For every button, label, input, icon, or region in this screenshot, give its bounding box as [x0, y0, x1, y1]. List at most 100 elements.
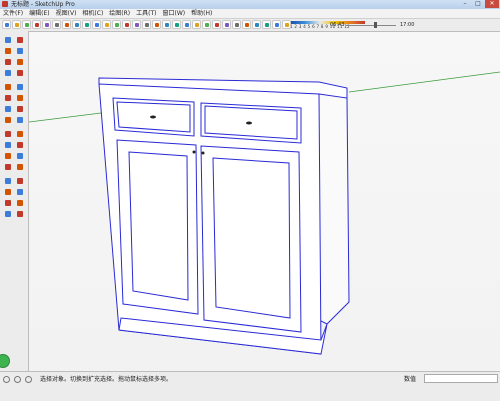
- right-drawer-knob: [246, 121, 252, 125]
- walk-icon[interactable]: [3, 209, 13, 219]
- menu-tools[interactable]: 工具(T): [133, 9, 159, 18]
- back-icon-glyph: [195, 23, 199, 27]
- text-icon[interactable]: [15, 140, 25, 150]
- front-icon[interactable]: [172, 20, 181, 29]
- circle-icon[interactable]: [3, 68, 13, 78]
- component-icon-glyph: [17, 37, 23, 43]
- cut-icon[interactable]: [32, 20, 41, 29]
- menu-draw[interactable]: 绘图(R): [106, 9, 133, 18]
- pan-icon[interactable]: [15, 162, 25, 172]
- erase-icon[interactable]: [62, 20, 71, 29]
- model-viewport[interactable]: [29, 32, 500, 371]
- push-pull-icon[interactable]: [15, 93, 25, 103]
- print-icon[interactable]: [92, 20, 101, 29]
- arc-icon[interactable]: [15, 68, 25, 78]
- 3d-text-icon[interactable]: [15, 151, 25, 161]
- shaded-icon[interactable]: [252, 20, 261, 29]
- main-toolbar: 1 2 3 4 5 6 7 8 9 10 11 12 06:43 17:00: [0, 19, 500, 32]
- protractor-icon[interactable]: [3, 140, 13, 150]
- zoom-icon-glyph: [5, 178, 11, 184]
- offset-icon[interactable]: [15, 115, 25, 125]
- pan-icon[interactable]: [122, 20, 131, 29]
- xray-icon[interactable]: [212, 20, 221, 29]
- move-icon[interactable]: [3, 93, 13, 103]
- time-slider-track[interactable]: [346, 25, 396, 26]
- wireframe-icon-glyph: [235, 23, 239, 27]
- rectangle-icon[interactable]: [3, 57, 13, 67]
- menu-file[interactable]: 文件(F): [0, 9, 26, 18]
- line-icon[interactable]: [15, 57, 25, 67]
- menu-camera[interactable]: 相机(C): [79, 9, 106, 18]
- redo-icon[interactable]: [82, 20, 91, 29]
- monochrome-icon[interactable]: [272, 20, 281, 29]
- copy-icon[interactable]: [42, 20, 51, 29]
- rotate-icon[interactable]: [3, 104, 13, 114]
- right-icon[interactable]: [182, 20, 191, 29]
- shadows-icon[interactable]: [282, 20, 291, 29]
- zoom-icon-glyph: [135, 23, 139, 27]
- front-icon-glyph: [175, 23, 179, 27]
- left-icon-glyph: [205, 23, 209, 27]
- back-icon[interactable]: [192, 20, 201, 29]
- follow-me-icon-glyph: [17, 106, 23, 112]
- text-icon-glyph: [17, 142, 23, 148]
- save-icon[interactable]: [22, 20, 31, 29]
- sketchup-app-icon: [2, 1, 8, 7]
- orbit-icon[interactable]: [112, 20, 121, 29]
- zoom-extents-icon[interactable]: [3, 187, 13, 197]
- section-plane-icon[interactable]: [15, 209, 25, 219]
- red-axis: [59, 232, 69, 262]
- look-around-icon[interactable]: [15, 198, 25, 208]
- new-file-icon[interactable]: [2, 20, 11, 29]
- close-button[interactable]: ✕: [485, 0, 499, 8]
- cabinet-model[interactable]: [98, 77, 350, 355]
- maximize-button[interactable]: □: [472, 0, 484, 8]
- dimension-icon[interactable]: [15, 129, 25, 139]
- eraser-icon[interactable]: [15, 46, 25, 56]
- zoom-extents-icon-glyph: [5, 189, 11, 195]
- help-icon[interactable]: [25, 376, 32, 383]
- menu-edit[interactable]: 编辑(E): [26, 9, 52, 18]
- position-camera-icon[interactable]: [3, 198, 13, 208]
- minimize-button[interactable]: –: [459, 0, 471, 8]
- menu-view[interactable]: 视图(V): [53, 9, 80, 18]
- tape-measure-icon[interactable]: [3, 129, 13, 139]
- paint-bucket-icon[interactable]: [3, 46, 13, 56]
- drawing-canvas[interactable]: [29, 32, 500, 371]
- zoom-icon[interactable]: [132, 20, 141, 29]
- undo-icon[interactable]: [72, 20, 81, 29]
- menu-help[interactable]: 帮助(H): [188, 9, 215, 18]
- follow-me-icon[interactable]: [15, 104, 25, 114]
- iso-icon[interactable]: [152, 20, 161, 29]
- select-icon[interactable]: [3, 35, 13, 45]
- backedges-icon[interactable]: [222, 20, 231, 29]
- geo-location-icon[interactable]: [3, 376, 10, 383]
- component-icon[interactable]: [15, 35, 25, 45]
- orbit-icon[interactable]: [3, 162, 13, 172]
- user-icon[interactable]: [102, 20, 111, 29]
- cabinet-side: [318, 93, 350, 325]
- zoom-window-icon[interactable]: [15, 176, 25, 186]
- shadows-icon-glyph: [285, 23, 289, 27]
- axes-icon[interactable]: [3, 151, 13, 161]
- previous-view-icon-glyph: [17, 189, 23, 195]
- arc-icon-glyph: [17, 70, 23, 76]
- textured-icon[interactable]: [262, 20, 271, 29]
- menu-window[interactable]: 窗口(W): [160, 9, 189, 18]
- scale-icon[interactable]: [3, 115, 13, 125]
- wireframe-icon[interactable]: [232, 20, 241, 29]
- time-slider-knob[interactable]: [373, 22, 377, 28]
- cut-icon-glyph: [35, 23, 39, 27]
- measurements-input[interactable]: [424, 374, 498, 383]
- left-icon[interactable]: [202, 20, 211, 29]
- credits-icon[interactable]: [14, 376, 21, 383]
- hiddenline-icon[interactable]: [242, 20, 251, 29]
- freehand-icon[interactable]: [15, 82, 25, 92]
- zoom-extents-icon[interactable]: [142, 20, 151, 29]
- open-icon[interactable]: [12, 20, 21, 29]
- previous-view-icon[interactable]: [15, 187, 25, 197]
- zoom-icon[interactable]: [3, 176, 13, 186]
- polygon-icon[interactable]: [3, 82, 13, 92]
- top-icon[interactable]: [162, 20, 171, 29]
- paste-icon[interactable]: [52, 20, 61, 29]
